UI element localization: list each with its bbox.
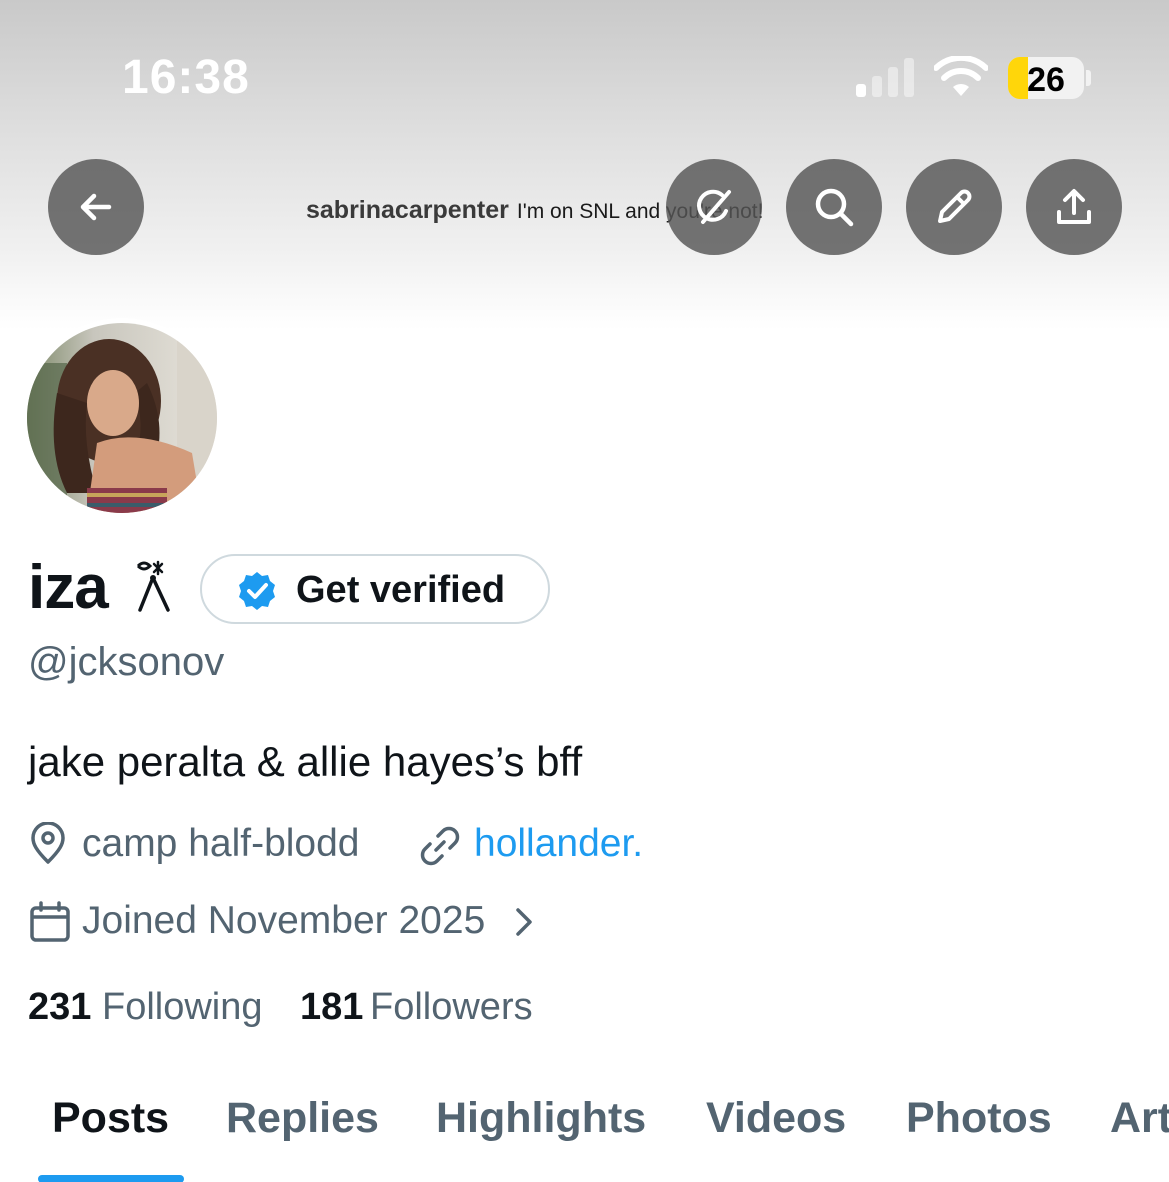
edit-profile-button[interactable] <box>906 159 1002 255</box>
tab-videos[interactable]: Videos <box>706 1094 846 1143</box>
chevron-right-icon[interactable] <box>506 900 550 944</box>
lobster-claw-emoji <box>136 560 170 612</box>
grok-button[interactable] <box>666 159 762 255</box>
search-button[interactable] <box>786 159 882 255</box>
get-verified-label: Get verified <box>296 569 506 611</box>
arrow-left-icon <box>80 193 112 221</box>
tab-articles[interactable]: Articles <box>1110 1094 1169 1143</box>
avatar-photo <box>27 323 217 513</box>
followers-count[interactable]: 181 <box>300 986 363 1029</box>
wifi-icon <box>934 56 988 96</box>
verified-badge-icon <box>239 572 275 610</box>
display-name: iza <box>28 553 109 622</box>
followers-label[interactable]: Followers <box>370 986 533 1029</box>
profile-avatar[interactable] <box>22 318 222 518</box>
tab-photos[interactable]: Photos <box>906 1094 1052 1143</box>
tab-posts[interactable]: Posts <box>52 1094 169 1143</box>
profile-page: sabrinacarpenter I'm on SNL and you're no… <box>0 0 1169 1182</box>
tab-highlights[interactable]: Highlights <box>436 1094 646 1143</box>
search-icon <box>815 188 854 227</box>
pencil-icon <box>938 189 972 223</box>
battery-cap <box>1086 70 1091 86</box>
joined-date[interactable]: Joined November 2025 <box>82 899 485 943</box>
battery-percentage: 26 <box>1027 61 1065 99</box>
share-icon <box>1057 189 1091 224</box>
calendar-icon <box>30 901 70 942</box>
active-tab-indicator <box>38 1175 184 1182</box>
back-button[interactable] <box>48 159 144 255</box>
tab-replies[interactable]: Replies <box>226 1094 379 1143</box>
avatar-image <box>27 323 217 513</box>
profile-website-link[interactable]: hollander. <box>474 822 643 866</box>
profile-bio: jake peralta & allie hayes’s bff <box>28 738 583 785</box>
profile-handle: @jcksonov <box>28 640 225 684</box>
grok-icon <box>697 189 731 224</box>
profile-location: camp half-blodd <box>82 822 360 865</box>
get-verified-button[interactable]: Get verified <box>200 554 550 624</box>
battery-indicator: 26 <box>1008 57 1084 99</box>
cellular-signal-icon <box>856 58 914 97</box>
banner-username: sabrinacarpenter <box>306 196 509 224</box>
status-time: 16:38 <box>122 51 250 104</box>
link-icon <box>420 826 460 866</box>
following-label[interactable]: Following <box>102 986 263 1029</box>
following-count[interactable]: 231 <box>28 986 91 1029</box>
location-pin-icon <box>31 822 65 864</box>
share-button[interactable] <box>1026 159 1122 255</box>
